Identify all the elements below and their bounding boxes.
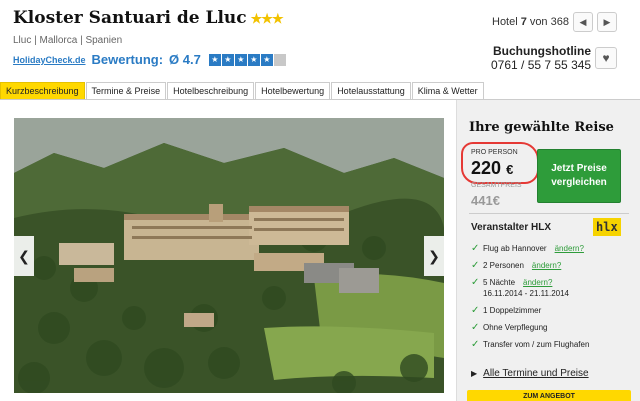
tab-hotelbewertung[interactable]: Hotelbewertung <box>255 82 331 100</box>
feature-text: 2 Personen <box>483 261 524 270</box>
heart-icon: ♥ <box>602 51 610 65</box>
triangle-right-icon: ▶ <box>471 369 478 378</box>
feature-text: Flug ab Hannover <box>483 244 547 253</box>
feature-nights: ✓ 5 Nächte ändern? 16.11.2014 - 21.11.2014 <box>471 277 636 299</box>
price-value: 220 <box>471 158 502 178</box>
feature-persons: ✓ 2 Personen ändern? <box>471 260 636 271</box>
chevron-left-icon: ❮ <box>18 247 30 264</box>
total-price-value: 441 <box>471 193 493 208</box>
total-price-currency: € <box>492 193 500 208</box>
chevron-right-icon: ❯ <box>428 247 440 264</box>
feature-text: 5 Nächte <box>483 278 516 287</box>
hotel-location: Lluc | Mallorca | Spanien <box>13 35 123 46</box>
rating-star-icon: ★ <box>221 53 234 66</box>
tab-hotelausstattung[interactable]: Hotelausstattung <box>331 82 411 100</box>
feature-board: ✓ Ohne Verpflegung <box>471 322 636 333</box>
rating-score: Ø 4.7 <box>169 52 201 67</box>
favorite-button[interactable]: ♥ <box>595 47 617 69</box>
per-person-label: PRO PERSON <box>471 149 518 156</box>
trip-features: ✓ Flug ab Hannover ändern? ✓ 2 Personen än… <box>471 243 636 356</box>
offer-button[interactable]: ZUM ANGEBOT <box>467 390 631 401</box>
chevron-right-icon: ▶ <box>603 16 611 27</box>
tab-hotelbeschreibung[interactable]: Hotelbeschreibung <box>167 82 255 100</box>
all-dates-row: ▶ Alle Termine und Preise <box>471 368 589 379</box>
hotel-title: Kloster Santuari de Lluc ★★★ <box>13 8 284 28</box>
feature-room: ✓ 1 Doppelzimmer <box>471 305 636 316</box>
all-dates-link[interactable]: Alle Termine und Preise <box>483 368 588 379</box>
rating-star-icon: ★ <box>208 53 221 66</box>
feature-text: 1 Doppelzimmer <box>483 306 542 315</box>
rating-star-icon: ★ <box>247 53 260 66</box>
price-currency: € <box>506 162 514 177</box>
star-rating-icon: ★★★ <box>250 12 284 27</box>
operator-logo: hlx <box>593 218 621 236</box>
check-icon: ✓ <box>471 339 480 350</box>
trip-sidebar: Ihre gewählte Reise PRO PERSON 220 € GES… <box>456 100 640 401</box>
tab-bar: Kurzbeschreibung Termine & Preise Hotelb… <box>0 82 485 100</box>
feature-text: Transfer vom / zum Flughafen <box>483 340 590 349</box>
hotel-photo <box>14 118 444 393</box>
travel-dates: 16.11.2014 - 21.11.2014 <box>483 289 569 298</box>
rating-star-icon: ★ <box>234 53 247 66</box>
total-price: 441€ <box>471 193 500 208</box>
feature-flight: ✓ Flug ab Hannover ändern? <box>471 243 636 254</box>
tab-kurzbeschreibung[interactable]: Kurzbeschreibung <box>0 82 85 100</box>
rating-boxes: ★ ★ ★ ★ ★ <box>208 53 286 66</box>
sidebar-divider <box>469 213 629 214</box>
check-icon: ✓ <box>471 322 480 333</box>
hotline-label: Buchungshotline <box>493 44 591 58</box>
chevron-left-icon: ◀ <box>579 16 587 27</box>
previous-hotel-button[interactable]: ◀ <box>572 12 593 32</box>
pager-current: 7 <box>520 16 527 28</box>
change-nights-link[interactable]: ändern? <box>523 278 552 287</box>
rating-label: Bewertung: <box>91 52 164 67</box>
check-icon: ✓ <box>471 305 480 316</box>
price-per-person: 220 € <box>471 158 513 179</box>
change-persons-link[interactable]: ändern? <box>532 261 561 270</box>
check-icon: ✓ <box>471 277 480 288</box>
rating-star-icon: ★ <box>260 53 273 66</box>
trip-title: Ihre gewählte Reise <box>469 120 614 135</box>
gallery-prev-button[interactable]: ❮ <box>14 236 34 276</box>
check-icon: ✓ <box>471 243 480 254</box>
change-flight-link[interactable]: ändern? <box>555 244 584 253</box>
total-price-label: GESAMTPREIS <box>471 182 522 189</box>
tab-klima-wetter[interactable]: Klima & Wetter <box>411 82 484 100</box>
pager-total: 368 <box>550 16 569 28</box>
hotline-number: 0761 / 55 7 55 345 <box>491 58 592 72</box>
pager-prefix: Hotel <box>492 16 518 28</box>
feature-transfer: ✓ Transfer vom / zum Flughafen <box>471 339 636 350</box>
pager-separator: von <box>529 16 548 28</box>
feature-text: Ohne Verpflegung <box>483 323 548 332</box>
hotel-name: Kloster Santuari de Lluc <box>13 8 247 28</box>
monastery-landscape-image <box>14 118 444 393</box>
tab-termine-preise[interactable]: Termine & Preise <box>85 82 167 100</box>
rating-row: HolidayCheck.de Bewertung: Ø 4.7 ★ ★ ★ ★… <box>13 52 286 67</box>
next-hotel-button[interactable]: ▶ <box>596 12 617 32</box>
rating-empty-box <box>273 53 286 66</box>
compare-prices-button[interactable]: Jetzt Preise vergleichen <box>537 149 621 203</box>
operator-label: Veranstalter HLX <box>471 222 552 233</box>
hotel-pager: Hotel 7 von 368 ◀ ▶ <box>492 12 617 32</box>
gallery-next-button[interactable]: ❯ <box>424 236 444 276</box>
check-icon: ✓ <box>471 260 480 271</box>
holidaycheck-logo[interactable]: HolidayCheck.de <box>13 55 86 65</box>
